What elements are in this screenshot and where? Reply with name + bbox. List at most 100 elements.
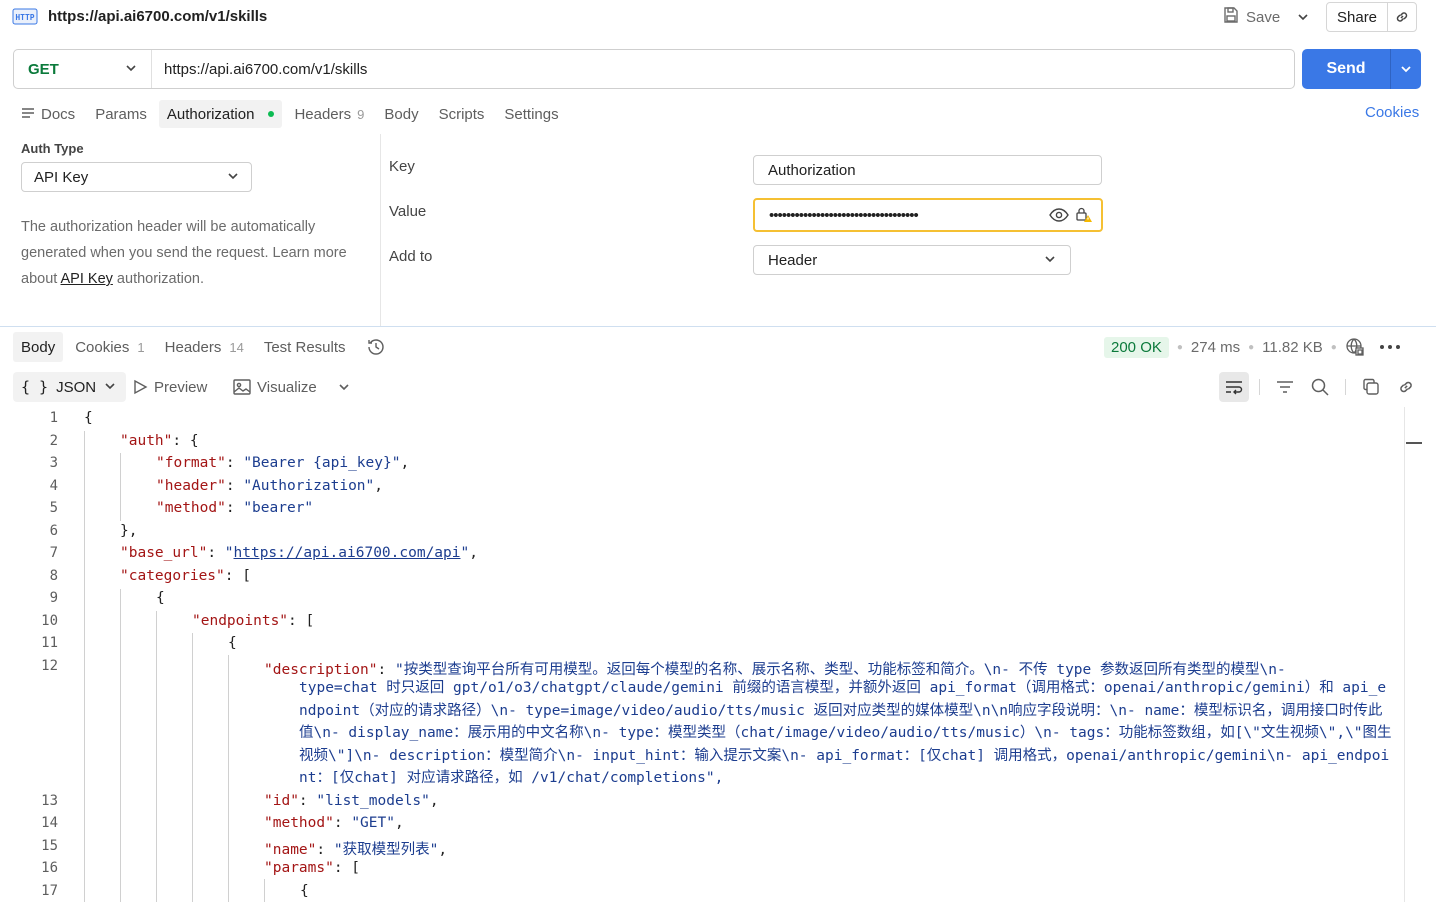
editor-scroll-marker[interactable]: [1406, 442, 1422, 444]
eye-icon[interactable]: [1049, 208, 1069, 222]
code-line: "format": "Bearer {api_key}",: [156, 455, 410, 471]
json-punct: : [: [224, 568, 251, 584]
request-tabs: Docs Params Authorization Headers 9 Body…: [13, 100, 571, 128]
line-number: 16: [41, 860, 58, 876]
code-line: "header": "Authorization",: [156, 478, 383, 494]
indent-guide: [120, 453, 121, 521]
tab-docs[interactable]: Docs: [13, 100, 83, 128]
code-line: {: [156, 590, 165, 606]
code-line: {: [228, 635, 237, 651]
line-number: 11: [41, 635, 58, 651]
line-number: 17: [41, 883, 58, 899]
send-options-chevron-icon[interactable]: [1391, 49, 1421, 89]
editor-scrollbar-track[interactable]: [1404, 407, 1405, 902]
copy-icon[interactable]: [1356, 372, 1386, 402]
code-line: "description": "按类型查询平台所有可用模型。返回每个模型的名称、…: [264, 662, 1286, 678]
send-button[interactable]: Send: [1302, 49, 1391, 89]
json-key: "method": [264, 815, 334, 831]
word-wrap-icon[interactable]: [1219, 372, 1249, 402]
svg-text:HTTP: HTTP: [15, 13, 34, 22]
tab-count: 14: [229, 339, 244, 355]
tab-label: Scripts: [438, 105, 485, 123]
key-label: Key: [389, 158, 415, 175]
code-line: {: [84, 410, 93, 426]
separator-dot: ●: [1330, 341, 1337, 353]
network-globe-icon[interactable]: [1345, 337, 1365, 357]
visualize-chevron-down-icon[interactable]: [329, 372, 359, 402]
indent-guide: [264, 879, 265, 902]
method-select[interactable]: GET: [14, 50, 152, 88]
code-line: "method": "GET",: [264, 815, 404, 831]
tab-settings[interactable]: Settings: [496, 100, 566, 128]
masked-value: •••••••••••••••••••••••••••••••••••: [769, 206, 919, 224]
json-punct: : [: [288, 613, 315, 629]
save-icon: [1222, 6, 1240, 28]
json-key: "id": [264, 793, 299, 809]
code-line: "id": "list_models",: [264, 793, 439, 809]
tab-response-cookies[interactable]: Cookies 1: [67, 332, 152, 362]
panel-divider: [380, 134, 381, 326]
tab-authorization[interactable]: Authorization: [158, 100, 283, 128]
api-key-doc-link[interactable]: API Key: [61, 271, 113, 287]
line-number: 5: [49, 500, 58, 516]
key-input[interactable]: Authorization: [753, 155, 1102, 185]
json-string: "获取模型列表": [333, 842, 439, 858]
auth-type-select[interactable]: API Key: [21, 162, 252, 192]
addto-label: Add to: [389, 248, 433, 265]
code-line: "name": "获取模型列表",: [264, 842, 448, 858]
search-icon[interactable]: [1305, 372, 1335, 402]
auth-type-value: API Key: [34, 168, 89, 186]
request-title[interactable]: https://api.ai6700.com/v1/skills: [48, 6, 267, 28]
json-url-link[interactable]: https://api.ai6700.com/api: [234, 545, 461, 561]
code-line: },: [120, 523, 138, 539]
save-options-chevron-icon[interactable]: [1292, 6, 1314, 28]
value-input[interactable]: •••••••••••••••••••••••••••••••••••: [753, 198, 1103, 232]
save-button[interactable]: Save: [1218, 4, 1284, 30]
response-status: 200 OK ● 274 ms ● 11.82 KB ●: [1104, 334, 1401, 360]
history-icon[interactable]: [358, 332, 394, 362]
play-icon: [132, 379, 148, 395]
cookies-link[interactable]: Cookies: [1365, 104, 1419, 121]
chevron-down-icon: [125, 61, 137, 78]
response-body-editor[interactable]: 1 2 3 4 5 6 7 8 9 10 11 12 13 14 15 16 1…: [0, 407, 1404, 902]
share-button[interactable]: Share: [1327, 3, 1389, 31]
tab-count: 1: [137, 339, 145, 355]
preview-button[interactable]: Preview: [132, 372, 207, 402]
json-key: "method": [156, 500, 226, 516]
line-number: 15: [41, 838, 58, 854]
code-line: "categories": [: [120, 568, 251, 584]
copy-link-icon[interactable]: [1388, 3, 1416, 31]
tab-label: Body: [384, 105, 419, 123]
json-string: "GET": [351, 815, 395, 831]
tab-response-headers[interactable]: Headers 14: [157, 332, 252, 362]
more-options-icon[interactable]: [1379, 344, 1401, 350]
tab-headers[interactable]: Headers 9: [286, 100, 372, 128]
pane-divider[interactable]: [0, 326, 1436, 327]
tab-test-results[interactable]: Test Results: [256, 332, 354, 362]
filter-icon[interactable]: [1270, 372, 1300, 402]
active-indicator-dot: [268, 111, 275, 117]
json-key: "name": [264, 842, 317, 858]
link-icon[interactable]: [1391, 372, 1421, 402]
addto-select[interactable]: Header: [753, 245, 1071, 275]
response-size[interactable]: 11.82 KB: [1262, 339, 1323, 356]
tab-label: Headers: [294, 105, 352, 123]
tab-body[interactable]: Body: [376, 100, 426, 128]
visualize-button[interactable]: Visualize: [233, 372, 317, 402]
tab-params[interactable]: Params: [87, 100, 155, 128]
indent-guide: [120, 589, 121, 902]
line-number: 8: [49, 568, 58, 584]
response-time[interactable]: 274 ms: [1191, 339, 1240, 356]
json-key: "endpoints": [192, 613, 289, 629]
method-value: GET: [28, 60, 59, 78]
format-select[interactable]: { } JSON: [13, 372, 127, 402]
json-string: "Authorization": [243, 478, 375, 494]
auth-desc-suffix: authorization.: [112, 271, 204, 287]
status-badge[interactable]: 200 OK: [1104, 336, 1169, 358]
tab-scripts[interactable]: Scripts: [431, 100, 493, 128]
tab-label: Body: [21, 338, 56, 356]
tab-response-body[interactable]: Body: [13, 332, 64, 362]
url-input[interactable]: https://api.ai6700.com/v1/skills: [152, 61, 367, 78]
lock-warning-icon[interactable]: [1075, 206, 1093, 224]
save-label: Save: [1246, 8, 1281, 26]
